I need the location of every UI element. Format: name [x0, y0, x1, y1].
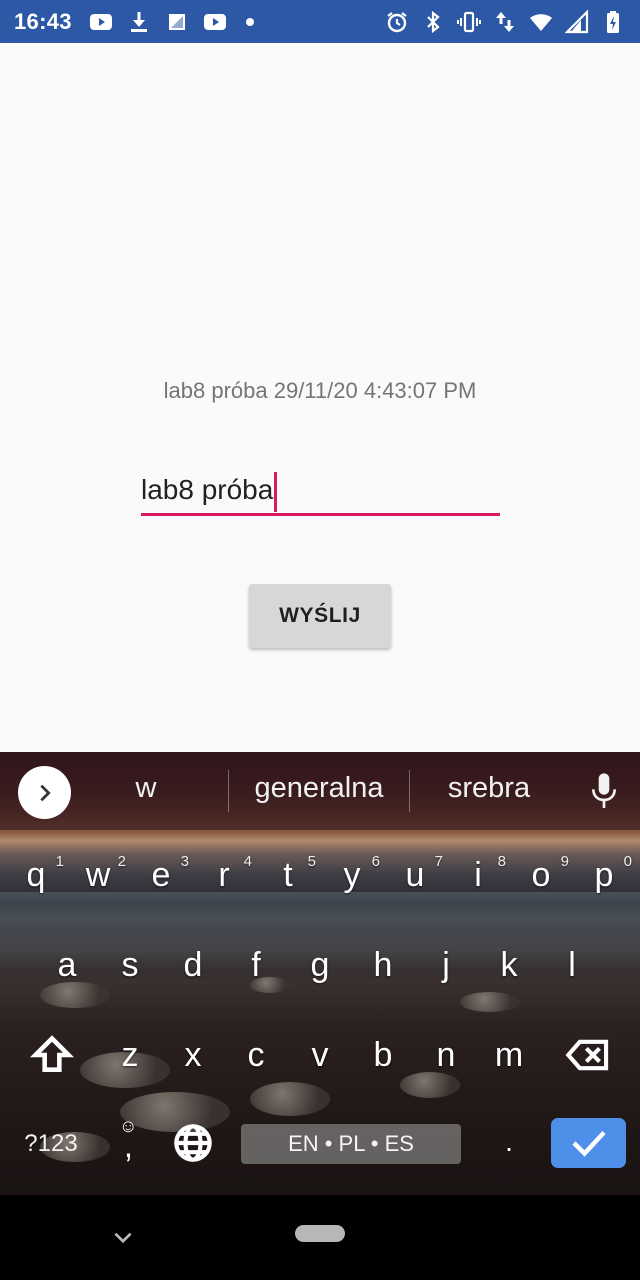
- key-g[interactable]: g: [288, 930, 352, 1000]
- suggestion-divider: [409, 770, 410, 812]
- key-r[interactable]: r4: [192, 840, 256, 910]
- key-h[interactable]: h: [351, 930, 415, 1000]
- key-x[interactable]: x: [161, 1020, 225, 1090]
- message-input-value[interactable]: lab8 próba: [141, 468, 273, 512]
- wifi-icon: [528, 9, 554, 35]
- signal-icon: [564, 9, 590, 35]
- backspace-key[interactable]: [556, 1020, 620, 1090]
- notification-icons: [88, 9, 254, 35]
- app-content: lab8 próba 29/11/20 4:43:07 PM lab8 prób…: [0, 43, 640, 752]
- key-q[interactable]: q1: [4, 840, 68, 910]
- key-j[interactable]: j: [414, 930, 478, 1000]
- download-icon: [126, 9, 152, 35]
- key-v[interactable]: v: [288, 1020, 352, 1090]
- text-cursor: [274, 471, 277, 512]
- home-pill-button[interactable]: [295, 1225, 345, 1242]
- suggestion-divider: [228, 770, 229, 812]
- shift-key[interactable]: [20, 1020, 84, 1090]
- spacebar[interactable]: EN • PL • ES: [241, 1124, 461, 1164]
- result-text: lab8 próba 29/11/20 4:43:07 PM: [163, 378, 477, 403]
- bluetooth-icon: [420, 9, 446, 35]
- key-c[interactable]: c: [224, 1020, 288, 1090]
- key-m[interactable]: m: [477, 1020, 541, 1090]
- chevron-right-icon: [39, 784, 51, 801]
- key-p[interactable]: p0: [572, 840, 636, 910]
- system-icons: [384, 9, 626, 35]
- suggestion-2[interactable]: generalna: [230, 772, 408, 805]
- chevron-down-icon[interactable]: [110, 1225, 136, 1251]
- youtube-icon: [202, 9, 228, 35]
- key-a[interactable]: a: [35, 930, 99, 1000]
- key-l[interactable]: l: [540, 930, 604, 1000]
- alarm-icon: [384, 9, 410, 35]
- soft-keyboard: w generalna srebra q1 w2 e3 r4 t5 y6 u7 …: [0, 752, 640, 1195]
- vibrate-icon: [456, 9, 482, 35]
- suggestion-1[interactable]: w: [90, 772, 202, 805]
- send-button[interactable]: WYŚLIJ: [249, 584, 391, 648]
- microphone-icon[interactable]: [588, 772, 620, 812]
- language-key[interactable]: [168, 1118, 218, 1168]
- key-y[interactable]: y6: [320, 840, 384, 910]
- period-key[interactable]: .: [492, 1124, 526, 1164]
- key-t[interactable]: t5: [256, 840, 320, 910]
- key-u[interactable]: u7: [383, 840, 447, 910]
- youtube-icon: [88, 9, 114, 35]
- shift-icon: [30, 1035, 74, 1072]
- key-z[interactable]: z: [98, 1020, 162, 1090]
- key-k[interactable]: k: [477, 930, 541, 1000]
- comma-emoji-key[interactable]: ☺ ,: [110, 1114, 150, 1170]
- battery-icon: [600, 9, 626, 35]
- symbols-key[interactable]: ?123: [14, 1124, 88, 1164]
- key-i[interactable]: i8: [446, 840, 510, 910]
- expand-toolbar-button[interactable]: [18, 766, 71, 819]
- more-notifications-dot: [245, 17, 254, 26]
- backspace-icon: [565, 1039, 609, 1071]
- message-input[interactable]: lab8 próba: [141, 468, 500, 516]
- globe-icon: [174, 1124, 212, 1162]
- key-n[interactable]: n: [414, 1020, 478, 1090]
- checkmark-icon: [571, 1130, 606, 1157]
- data-arrows-icon: [492, 9, 518, 35]
- suggestion-3[interactable]: srebra: [411, 772, 567, 805]
- status-bar: 16:43: [0, 0, 640, 43]
- enter-key[interactable]: [551, 1118, 626, 1168]
- key-b[interactable]: b: [351, 1020, 415, 1090]
- status-time: 16:43: [14, 8, 72, 34]
- key-e[interactable]: e3: [129, 840, 193, 910]
- sim-icon: [164, 9, 190, 35]
- key-s[interactable]: s: [98, 930, 162, 1000]
- navigation-bar: [0, 1195, 640, 1280]
- key-w[interactable]: w2: [66, 840, 130, 910]
- suggestion-strip: w generalna srebra: [0, 752, 640, 830]
- comma-label: ,: [124, 1128, 133, 1164]
- key-f[interactable]: f: [224, 930, 288, 1000]
- key-d[interactable]: d: [161, 930, 225, 1000]
- key-o[interactable]: o9: [509, 840, 573, 910]
